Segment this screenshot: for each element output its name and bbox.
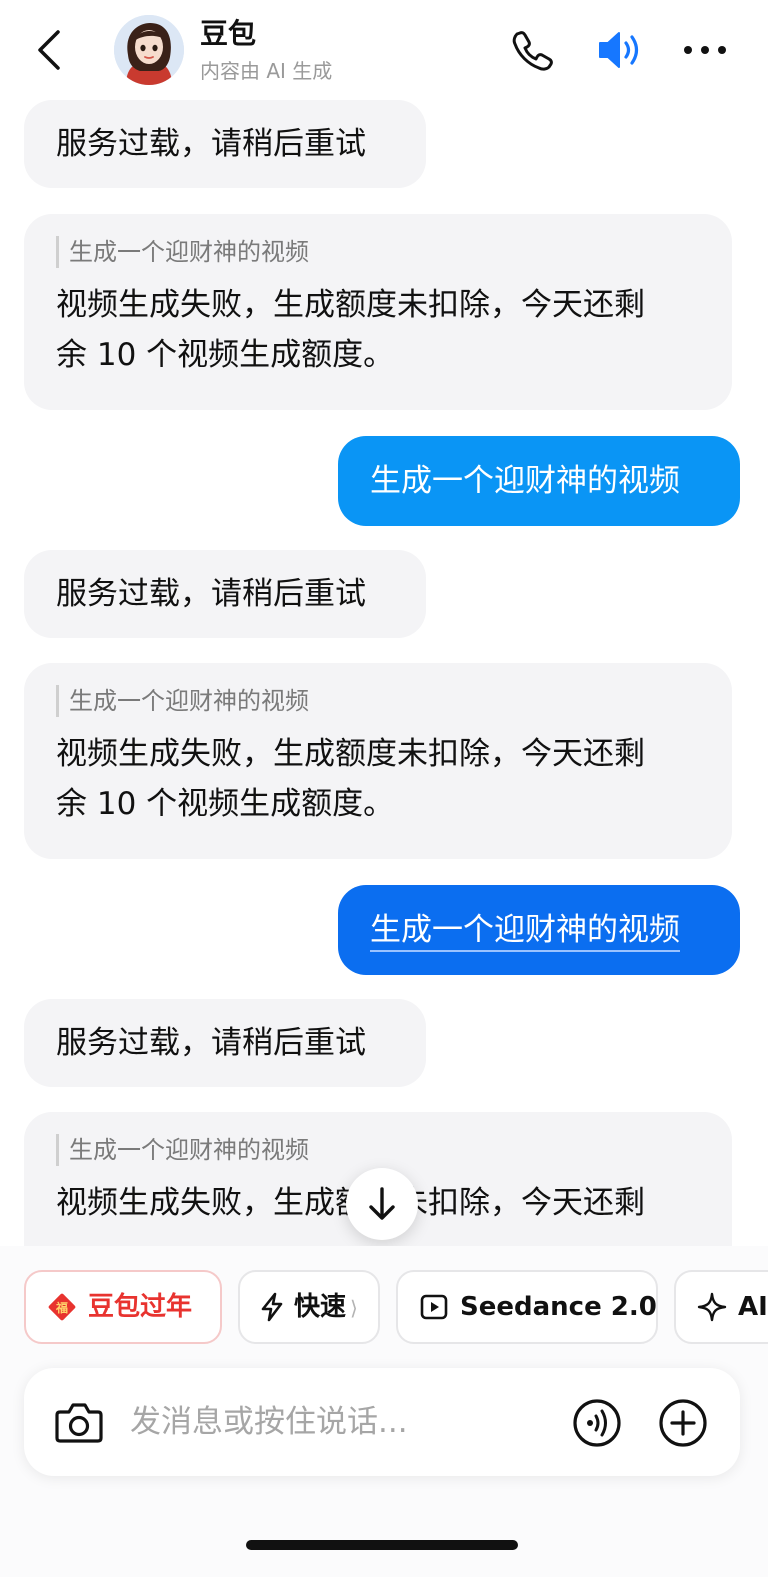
message-text: 服务过载，请稍后重试 (56, 1025, 366, 1061)
back-button[interactable] (30, 28, 70, 72)
chip-seedance[interactable]: Seedance 2.0 (396, 1270, 658, 1344)
camera-icon (55, 1403, 103, 1443)
message-text-line: 视频生成失败，生成额度未扣除，今天还剩 (56, 287, 645, 323)
call-button[interactable] (510, 28, 554, 72)
chip-festival[interactable]: 福 豆包过年 (24, 1270, 222, 1344)
avatar[interactable] (114, 15, 184, 85)
voice-wave-icon (573, 1399, 621, 1447)
message-text-line: 余 10 个视频生成额度。 (56, 337, 395, 373)
message-input[interactable]: 发消息或按住说话... (130, 1396, 408, 1448)
message-text: 生成一个迎财神的视频 (370, 463, 680, 499)
more-dots-icon (684, 46, 726, 54)
camera-button[interactable] (54, 1398, 104, 1446)
message-text: 生成一个迎财神的视频 (370, 912, 680, 952)
chat-header: 豆包 内容由 AI 生成 (0, 0, 768, 100)
chevron-right-icon: ⟩ (350, 1296, 358, 1320)
composer: 发消息或按住说话... (0, 1366, 768, 1577)
lightning-icon (261, 1292, 283, 1322)
quick-actions-bar[interactable]: 福 豆包过年 快速 ⟩ Seedance 2.0 AI (0, 1246, 768, 1366)
chevron-left-icon (38, 30, 60, 70)
chip-fast-mode[interactable]: 快速 ⟩ (238, 1270, 380, 1344)
fortune-icon: 福 (48, 1293, 76, 1321)
message-text: 服务过载，请稍后重试 (56, 576, 366, 612)
speaker-icon (599, 32, 639, 68)
quoted-prompt: 生成一个迎财神的视频 (56, 236, 700, 268)
message-list[interactable]: 服务过载，请稍后重试 生成一个迎财神的视频 视频生成失败，生成额度未扣除，今天还… (0, 100, 768, 1246)
phone-icon (512, 31, 553, 71)
voice-playback-toggle[interactable] (596, 28, 644, 72)
scroll-to-bottom-button[interactable] (346, 1168, 418, 1240)
more-button[interactable] (682, 28, 728, 72)
ai-disclaimer: 内容由 AI 生成 (200, 59, 333, 83)
message-text: 服务过载，请稍后重试 (56, 126, 366, 162)
add-attachment-button[interactable] (658, 1398, 708, 1448)
quoted-prompt: 生成一个迎财神的视频 (56, 1134, 700, 1166)
chip-label: Seedance 2.0 (460, 1292, 657, 1322)
user-message[interactable]: 生成一个迎财神的视频 (338, 436, 740, 526)
sparkle-icon (697, 1292, 727, 1322)
play-icon (420, 1294, 448, 1320)
chat-title: 豆包 (200, 17, 257, 50)
svg-text:福: 福 (55, 1300, 68, 1315)
user-message-selected[interactable]: 生成一个迎财神的视频 (338, 885, 740, 975)
chip-label: 豆包过年 (88, 1292, 193, 1322)
chip-label: AI (738, 1292, 768, 1322)
arrow-down-icon (369, 1187, 395, 1220)
ai-message[interactable]: 服务过载，请稍后重试 (24, 999, 426, 1087)
message-text-line: 余 10 个视频生成额度。 (56, 786, 395, 822)
voice-call-button[interactable] (572, 1398, 622, 1448)
plus-icon (659, 1399, 707, 1447)
ai-message[interactable]: 服务过载，请稍后重试 (24, 550, 426, 638)
home-indicator[interactable] (246, 1540, 518, 1550)
ai-message[interactable]: 服务过载，请稍后重试 (24, 100, 426, 188)
message-input-box[interactable]: 发消息或按住说话... (24, 1368, 740, 1476)
quoted-prompt: 生成一个迎财神的视频 (56, 685, 700, 717)
chip-ai[interactable]: AI (674, 1270, 768, 1344)
avatar-illustration (114, 15, 184, 85)
ai-message[interactable]: 生成一个迎财神的视频 视频生成失败，生成额度未扣除，今天还剩 余 10 个视频生… (24, 663, 732, 859)
chip-label: 快速 (294, 1292, 347, 1322)
message-text-line: 视频生成失败，生成额度未扣除，今天还剩 (56, 736, 645, 772)
ai-message[interactable]: 生成一个迎财神的视频 视频生成失败，生成额度未扣除，今天还剩 余 10 个视频生… (24, 214, 732, 410)
